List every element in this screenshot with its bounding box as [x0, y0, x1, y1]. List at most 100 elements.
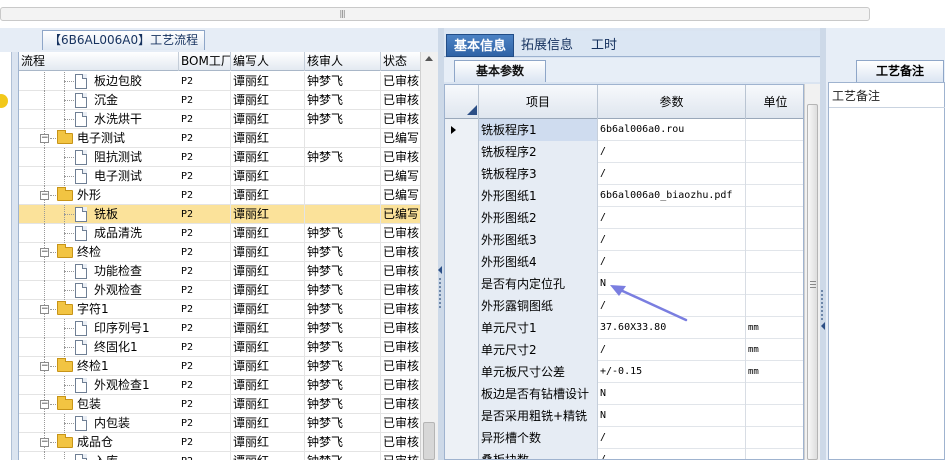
- tab-process-notes[interactable]: 工艺备注: [856, 60, 944, 82]
- collapse-toggle-icon[interactable]: −: [40, 400, 49, 409]
- column-header-param[interactable]: 参数: [598, 85, 746, 119]
- scroll-thumb[interactable]: [807, 104, 818, 460]
- parameter-value-cell[interactable]: 6b6al006a0_biaozhu.pdf: [598, 185, 746, 207]
- tree-row[interactable]: 水洗烘干 P2 谭丽红 钟梦飞 已审核: [19, 110, 420, 129]
- row-header[interactable]: [445, 361, 479, 383]
- row-header[interactable]: [445, 339, 479, 361]
- parameter-value-cell[interactable]: +/-0.15: [598, 361, 746, 383]
- tree-row[interactable]: 阻抗测试 P2 谭丽红 钟梦飞 已审核: [19, 148, 420, 167]
- process-notes-body[interactable]: 工艺备注: [828, 82, 945, 460]
- row-header[interactable]: [445, 405, 479, 427]
- collapse-toggle-icon[interactable]: −: [40, 305, 49, 314]
- row-header[interactable]: [445, 185, 479, 207]
- column-header-status[interactable]: 状态: [381, 52, 420, 71]
- collapse-right-arrow-icon[interactable]: [821, 322, 825, 330]
- tree-row[interactable]: 印序列号1 P2 谭丽红 钟梦飞 已审核: [19, 319, 420, 338]
- tree-vertical-scrollbar[interactable]: [420, 52, 438, 460]
- parameter-grid-header: 项目 参数 单位: [445, 85, 803, 119]
- parameter-row[interactable]: 板边是否有钻槽设计 N: [445, 383, 803, 405]
- parameter-row[interactable]: 铣板程序2/: [445, 141, 803, 163]
- row-header[interactable]: [445, 449, 479, 459]
- parameter-value-cell[interactable]: /: [598, 229, 746, 251]
- tab-extended-info[interactable]: 拓展信息: [514, 34, 580, 57]
- parameter-row[interactable]: 外形图纸1 6b6al006a0_biaozhu.pdf: [445, 185, 803, 207]
- tree-row[interactable]: 外观检查 P2 谭丽红 钟梦飞 已审核: [19, 281, 420, 300]
- parameter-value-cell[interactable]: /: [598, 163, 746, 185]
- row-header[interactable]: [445, 251, 479, 273]
- tree-row[interactable]: 电子测试 P2 谭丽红 已编写: [19, 167, 420, 186]
- tree-row[interactable]: 板边包胶 P2 谭丽红 钟梦飞 已审核: [19, 72, 420, 91]
- parameter-row[interactable]: 单元板尺寸公差 +/-0.15 mm: [445, 361, 803, 383]
- collapse-toggle-icon[interactable]: −: [40, 362, 49, 371]
- tab-work-hours[interactable]: 工时: [584, 34, 624, 57]
- column-header-flow[interactable]: 流程: [19, 52, 179, 71]
- parameter-row[interactable]: 单元尺寸2/mm: [445, 339, 803, 361]
- parameter-value-cell[interactable]: /: [598, 449, 746, 459]
- column-header-reviewer[interactable]: 核审人: [305, 52, 381, 71]
- tree-row[interactable]: − 外形 P2 谭丽红 已编写: [19, 186, 420, 205]
- parameter-value-cell[interactable]: /: [598, 427, 746, 449]
- tree-row[interactable]: 功能检查 P2 谭丽红 钟梦飞 已审核: [19, 262, 420, 281]
- parameter-value-cell[interactable]: 6b6al006a0.rou: [598, 119, 746, 141]
- parameter-row[interactable]: 铣板程序3/: [445, 163, 803, 185]
- collapse-toggle-icon[interactable]: −: [40, 438, 49, 447]
- row-header[interactable]: [445, 273, 479, 295]
- parameter-vertical-scrollbar[interactable]: [804, 84, 820, 460]
- column-header-unit[interactable]: 单位: [746, 85, 803, 119]
- tree-row[interactable]: − 字符1 P2 谭丽红 钟梦飞 已审核: [19, 300, 420, 319]
- collapse-toggle-icon[interactable]: −: [40, 134, 49, 143]
- tab-basic-info[interactable]: 基本信息: [446, 34, 515, 57]
- parameter-row[interactable]: 异形槽个数 /: [445, 427, 803, 449]
- tree-row[interactable]: − 终检 P2 谭丽红 钟梦飞 已审核: [19, 243, 420, 262]
- parameter-row[interactable]: 外形图纸3/: [445, 229, 803, 251]
- column-header-bom[interactable]: BOM工厂: [179, 52, 231, 71]
- tree-row[interactable]: − 终检1 P2 谭丽红 钟梦飞 已审核: [19, 357, 420, 376]
- parameter-item-cell: 铣板程序2: [479, 141, 598, 163]
- collapse-toggle-icon[interactable]: −: [40, 191, 49, 200]
- parameter-value-cell[interactable]: N: [598, 405, 746, 427]
- scroll-grip-icon: |||: [339, 9, 345, 18]
- process-notes-panel: 工艺备注 工艺备注: [826, 28, 945, 460]
- row-header[interactable]: [445, 229, 479, 251]
- parameter-value-cell[interactable]: N: [598, 383, 746, 405]
- parameter-value-cell[interactable]: /: [598, 251, 746, 273]
- row-header[interactable]: [445, 427, 479, 449]
- tree-row[interactable]: − 包装 P2 谭丽红 钟梦飞 已审核: [19, 395, 420, 414]
- parameter-row[interactable]: 铣板程序1 6b6al006a0.rou: [445, 119, 803, 141]
- tree-row[interactable]: 内包装 P2 谭丽红 钟梦飞 已审核: [19, 414, 420, 433]
- row-header[interactable]: [445, 317, 479, 339]
- parameter-grid: 项目 参数 单位 铣板程序1 6b6al006a0.rou 铣板程序2/铣板程序3/…: [444, 84, 804, 460]
- horizontal-scrollbar[interactable]: |||: [0, 7, 870, 21]
- row-header[interactable]: [445, 383, 479, 405]
- row-header[interactable]: [445, 295, 479, 317]
- parameter-value-cell[interactable]: /: [598, 207, 746, 229]
- scroll-thumb[interactable]: [423, 422, 435, 460]
- parameter-row[interactable]: 外形图纸4/: [445, 251, 803, 273]
- tree-row[interactable]: 成品清洗 P2 谭丽红 钟梦飞 已审核: [19, 224, 420, 243]
- row-header[interactable]: [445, 207, 479, 229]
- column-header-writer[interactable]: 编写人: [231, 52, 305, 71]
- scroll-up-arrow-icon[interactable]: [425, 56, 433, 61]
- tree-row[interactable]: − 成品仓 P2 谭丽红 钟梦飞 已审核: [19, 433, 420, 452]
- row-header[interactable]: [445, 119, 479, 141]
- process-flow-tab[interactable]: 【6B6AL006A0】工艺流程: [42, 30, 206, 50]
- row-header[interactable]: [445, 163, 479, 185]
- tree-row[interactable]: − 电子测试 P2 谭丽红 已编写: [19, 129, 420, 148]
- parameter-value-cell[interactable]: /: [598, 339, 746, 361]
- tree-node-cell: 水洗烘干: [19, 110, 179, 129]
- tree-row[interactable]: 终固化1 P2 谭丽红 钟梦飞 已审核: [19, 338, 420, 357]
- parameter-row[interactable]: 是否采用粗铣+精铣 N: [445, 405, 803, 427]
- folder-icon: [57, 187, 73, 201]
- parameter-value-cell[interactable]: /: [598, 141, 746, 163]
- tree-row[interactable]: 入库 P2谭丽红钟梦飞已审核: [19, 452, 420, 460]
- collapse-left-arrow-icon[interactable]: [438, 266, 442, 274]
- tree-row[interactable]: 铣板 P2 谭丽红 已编写: [19, 205, 420, 224]
- column-header-item[interactable]: 项目: [479, 85, 598, 119]
- collapse-toggle-icon[interactable]: −: [40, 248, 49, 257]
- row-header[interactable]: [445, 141, 479, 163]
- tree-row[interactable]: 外观检查1 P2 谭丽红 钟梦飞 已审核: [19, 376, 420, 395]
- parameter-row[interactable]: 叠板块数 /: [445, 449, 803, 459]
- tab-basic-params[interactable]: 基本参数: [454, 60, 546, 82]
- parameter-row[interactable]: 外形图纸2/: [445, 207, 803, 229]
- tree-row[interactable]: 沉金 P2 谭丽红 钟梦飞 已审核: [19, 91, 420, 110]
